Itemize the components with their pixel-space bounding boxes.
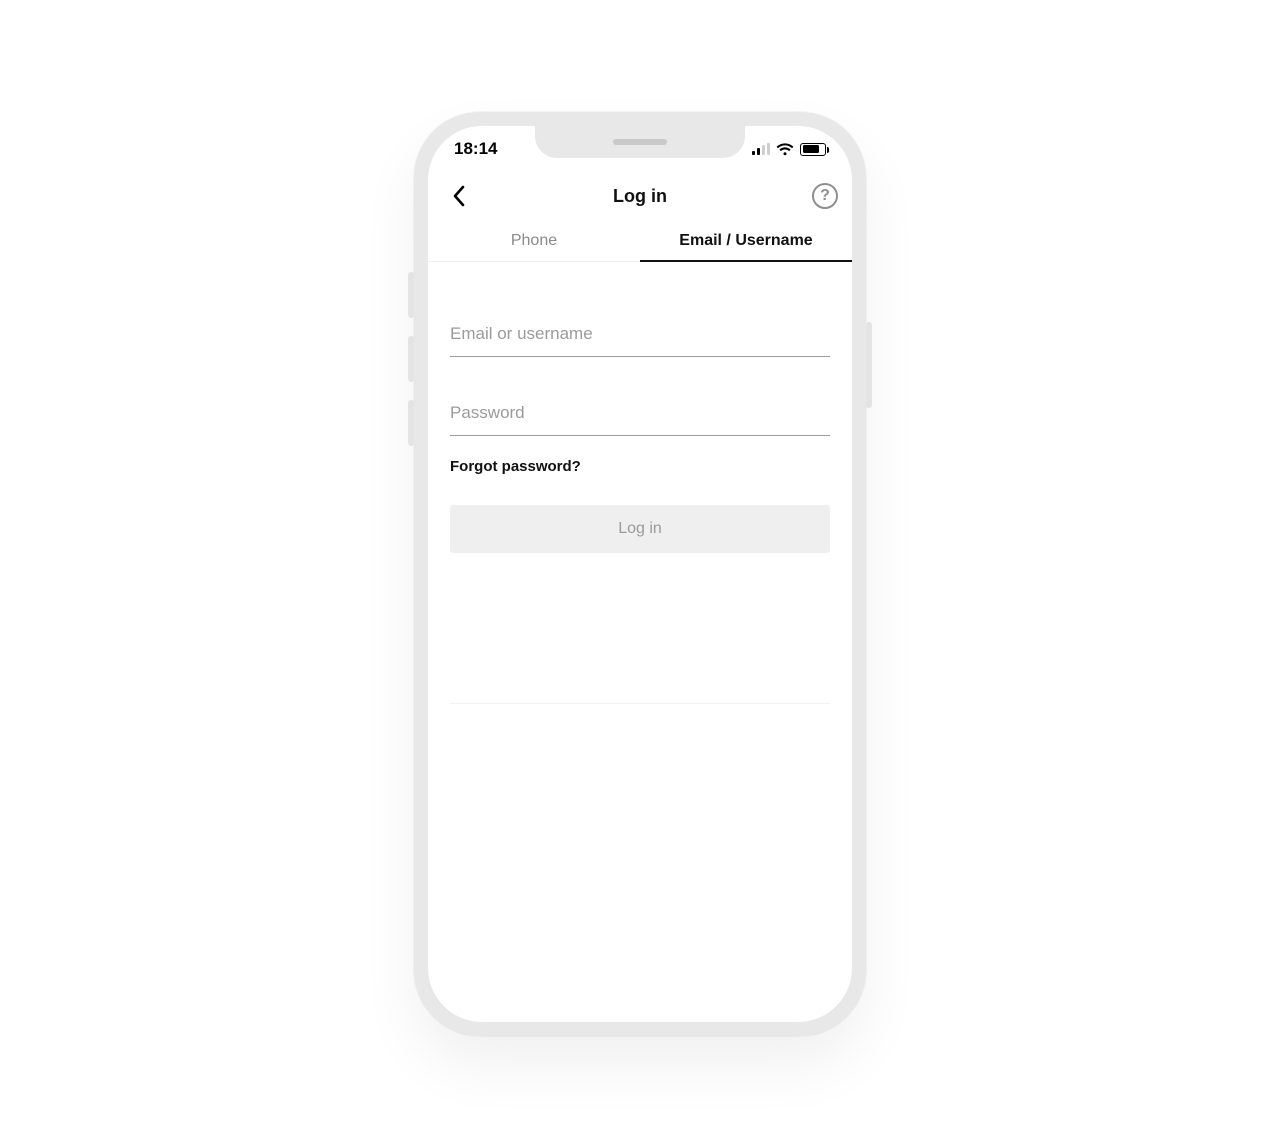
page-title: Log in: [613, 186, 667, 207]
phone-frame: 18:14: [414, 112, 866, 1036]
question-mark-icon: ?: [820, 187, 830, 205]
cellular-signal-icon: [752, 143, 770, 155]
tab-phone[interactable]: Phone: [428, 220, 640, 261]
tab-email-username[interactable]: Email / Username: [640, 220, 852, 261]
battery-icon: [800, 143, 826, 156]
forgot-password-link[interactable]: Forgot password?: [450, 458, 830, 475]
wifi-icon: [776, 143, 794, 156]
status-bar: 18:14: [428, 126, 852, 172]
login-form: Forgot password? Log in: [428, 262, 852, 704]
password-input[interactable]: [450, 393, 830, 436]
login-tabs: Phone Email / Username: [428, 220, 852, 262]
nav-bar: Log in ?: [428, 172, 852, 220]
login-button[interactable]: Log in: [450, 505, 830, 553]
content-divider: [450, 703, 830, 704]
status-indicators: [752, 143, 826, 156]
status-time: 18:14: [454, 139, 497, 159]
back-button[interactable]: [442, 179, 476, 213]
help-button[interactable]: ?: [812, 183, 838, 209]
app-content: Log in ? Phone Email / Username: [428, 172, 852, 1022]
email-username-input[interactable]: [450, 314, 830, 357]
chevron-left-icon: [452, 185, 466, 207]
phone-screen: 18:14: [428, 126, 852, 1022]
